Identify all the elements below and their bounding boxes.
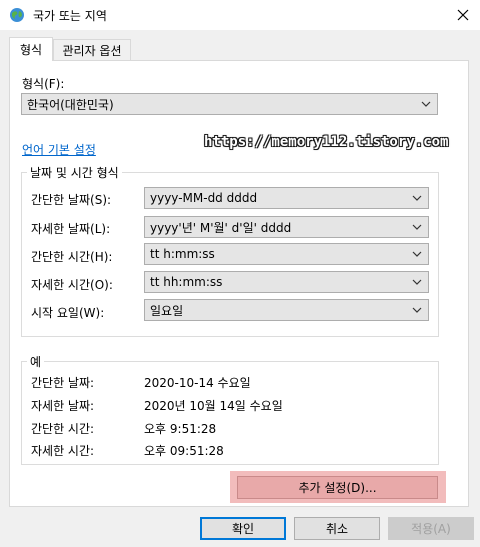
ok-button[interactable]: 확인 <box>200 517 286 540</box>
additional-settings-button[interactable]: 추가 설정(D)... <box>237 476 438 499</box>
tab-admin-options[interactable]: 관리자 옵션 <box>53 39 131 61</box>
tab-format-label: 형식 <box>19 43 43 57</box>
format-select-value: 한국어(대한민국) <box>27 97 114 112</box>
examples-group-title: 예 <box>27 353 45 370</box>
first-day-of-week-label: 시작 요일(W): <box>31 306 105 320</box>
additional-settings-label: 추가 설정(D)... <box>298 481 377 495</box>
short-time-label: 간단한 시간(H): <box>31 250 113 264</box>
date-time-format-group-title: 날짜 및 시간 형식 <box>27 164 122 181</box>
cancel-button-label: 취소 <box>325 522 349 536</box>
short-date-label: 간단한 날짜(S): <box>31 193 112 207</box>
long-time-value: tt hh:mm:ss <box>150 275 223 289</box>
long-date-label: 자세한 날짜(L): <box>31 222 111 236</box>
window-title: 국가 또는 지역 <box>33 9 107 23</box>
close-icon <box>457 9 469 21</box>
example-short-time-label: 간단한 시간: <box>31 422 95 436</box>
long-time-label: 자세한 시간(O): <box>31 278 113 292</box>
long-time-select[interactable]: tt hh:mm:ss <box>144 271 429 293</box>
format-label: 형식(F): <box>22 77 65 91</box>
watermark-text: https://memory112.tistory.com <box>204 134 449 150</box>
tab-format[interactable]: 형식 <box>9 37 53 61</box>
example-short-date-value: 2020-10-14 수요일 <box>144 376 251 390</box>
cancel-button[interactable]: 취소 <box>294 517 380 540</box>
format-select[interactable]: 한국어(대한민국) <box>21 93 438 115</box>
short-date-value: yyyy-MM-dd dddd <box>150 191 258 205</box>
example-short-date-label: 간단한 날짜: <box>31 376 95 390</box>
chevron-down-icon <box>412 251 422 257</box>
apply-button-label: 적용(A) <box>411 522 451 536</box>
example-short-time-value: 오후 9:51:28 <box>144 422 217 436</box>
globe-icon <box>9 7 25 23</box>
short-time-value: tt h:mm:ss <box>150 247 215 261</box>
first-day-of-week-value: 일요일 <box>150 303 184 318</box>
language-preferences-link[interactable]: 언어 기본 설정 <box>22 141 96 158</box>
example-long-date-label: 자세한 날짜: <box>31 399 95 413</box>
example-long-date-value: 2020년 10월 14일 수요일 <box>144 399 283 413</box>
long-date-value: yyyy'년' M'월' d'일' dddd <box>150 220 292 235</box>
ok-button-label: 확인 <box>231 522 255 536</box>
chevron-down-icon <box>412 279 422 285</box>
long-date-select[interactable]: yyyy'년' M'월' d'일' dddd <box>144 216 429 238</box>
chevron-down-icon <box>412 224 422 230</box>
first-day-of-week-select[interactable]: 일요일 <box>144 299 429 321</box>
example-long-time-value: 오후 09:51:28 <box>144 444 224 458</box>
chevron-down-icon <box>412 195 422 201</box>
chevron-down-icon <box>421 101 431 107</box>
apply-button[interactable]: 적용(A) <box>388 517 474 540</box>
short-date-select[interactable]: yyyy-MM-dd dddd <box>144 187 429 209</box>
example-long-time-label: 자세한 시간: <box>31 444 95 458</box>
chevron-down-icon <box>412 307 422 313</box>
tab-admin-options-label: 관리자 옵션 <box>62 44 122 58</box>
close-button[interactable] <box>446 0 480 30</box>
short-time-select[interactable]: tt h:mm:ss <box>144 243 429 265</box>
